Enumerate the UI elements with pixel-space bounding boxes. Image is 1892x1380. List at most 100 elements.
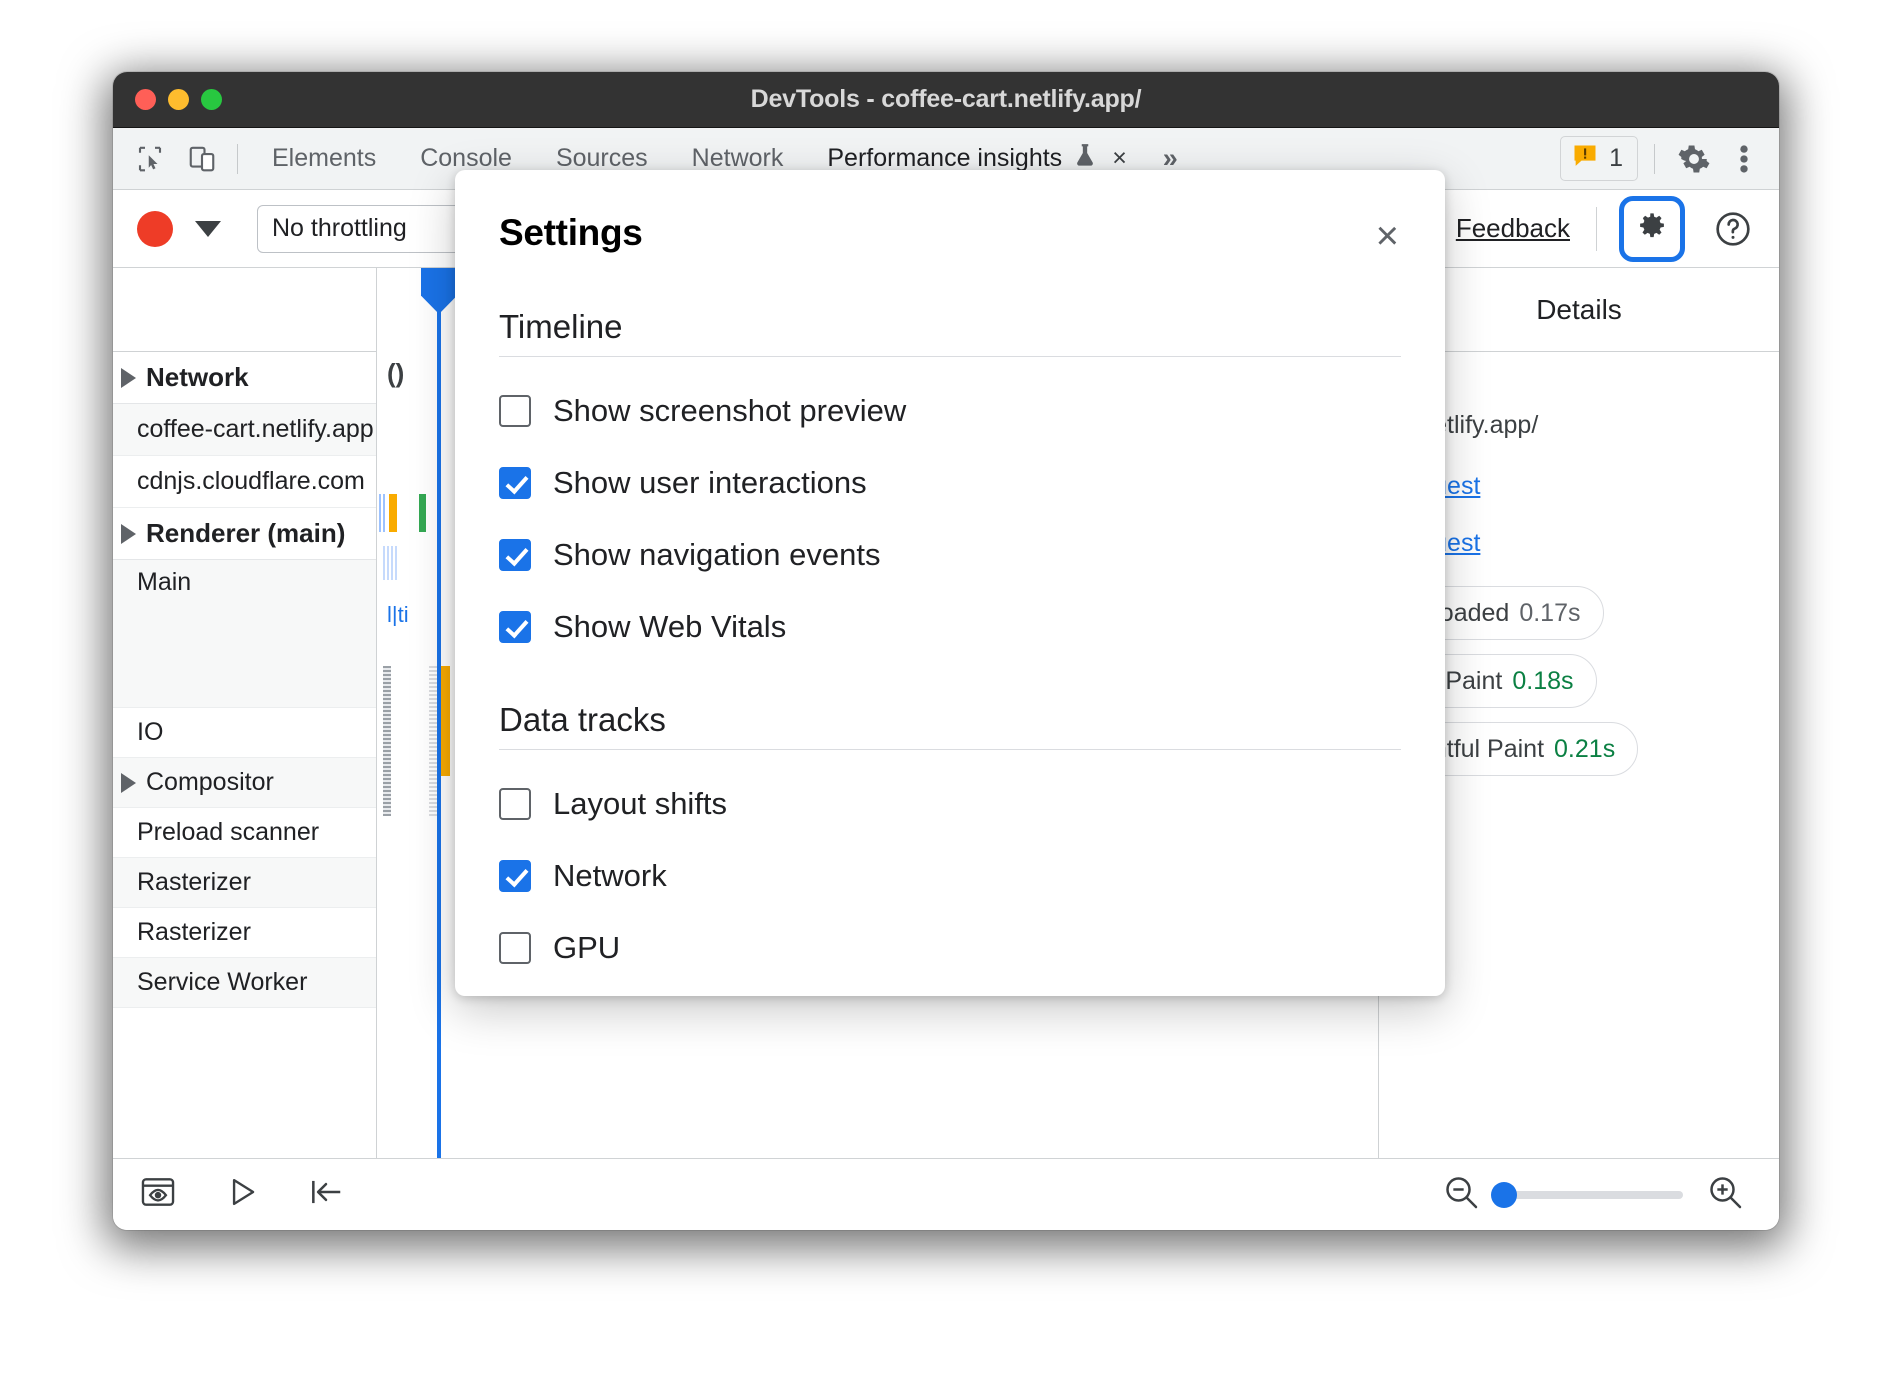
- bottom-toolbar-right: [1441, 1172, 1779, 1217]
- setting-show-web-vitals[interactable]: Show Web Vitals: [499, 609, 1401, 645]
- settings-modal: Settings × Timeline Show screenshot prev…: [455, 170, 1445, 996]
- minimize-window-button[interactable]: [168, 89, 189, 110]
- zoom-in-icon[interactable]: [1705, 1172, 1745, 1217]
- setting-label: Layout shifts: [553, 786, 727, 822]
- tab-label: Console: [420, 144, 512, 173]
- bottom-toolbar-left: [113, 1173, 345, 1216]
- window-titlebar: DevTools - coffee-cart.netlify.app/: [113, 72, 1779, 128]
- zoom-slider[interactable]: [1503, 1191, 1683, 1199]
- sidebar-group-network[interactable]: Network: [113, 352, 376, 404]
- network-request-bar: [419, 494, 426, 532]
- sidebar-item-service-worker[interactable]: Service Worker: [113, 958, 376, 1008]
- traffic-lights: [135, 89, 222, 110]
- zoom-slider-thumb[interactable]: [1491, 1182, 1517, 1208]
- sidebar-timeline-spacer: [113, 268, 376, 352]
- zoom-window-button[interactable]: [201, 89, 222, 110]
- sidebar-item-label: cdnjs.cloudflare.com: [137, 467, 365, 496]
- main-thread-bar: [429, 666, 437, 816]
- main-thread-bar: [383, 666, 391, 816]
- chevron-right-icon: [121, 368, 136, 388]
- checkbox[interactable]: [499, 932, 531, 964]
- main-thread-bar: [441, 666, 450, 776]
- warning-count: 1: [1609, 144, 1623, 173]
- tab-label: Elements: [272, 144, 376, 173]
- play-icon[interactable]: [223, 1173, 261, 1216]
- checkbox[interactable]: [499, 788, 531, 820]
- tab-elements[interactable]: Elements: [250, 144, 398, 173]
- screenshot-root: DevTools - coffee-cart.netlify.app/: [0, 0, 1892, 1380]
- sidebar-item-io[interactable]: IO: [113, 708, 376, 758]
- tabstrip-tool-icons: [113, 136, 225, 182]
- tabstrip-right-divider: [1654, 144, 1655, 174]
- metric-value: 0.21s: [1554, 735, 1615, 764]
- sidebar-item-compositor[interactable]: Compositor: [113, 758, 376, 808]
- tab-network[interactable]: Network: [670, 144, 806, 173]
- inspect-element-icon[interactable]: [127, 136, 173, 182]
- sidebar-group-renderer-main[interactable]: Renderer (main): [113, 508, 376, 560]
- record-button[interactable]: [137, 211, 173, 247]
- warning-icon: [1571, 142, 1599, 175]
- throttling-select[interactable]: No throttling: [257, 205, 467, 253]
- setting-gpu[interactable]: GPU: [499, 930, 1401, 966]
- zoom-out-icon[interactable]: [1441, 1172, 1481, 1217]
- sidebar-item-label: Main: [137, 568, 191, 597]
- tab-console[interactable]: Console: [398, 144, 534, 173]
- zoom-slider-track[interactable]: [1503, 1191, 1683, 1199]
- settings-section-data-tracks: Data tracks Layout shifts Network GPU Re…: [455, 701, 1445, 996]
- setting-show-user-interactions[interactable]: Show user interactions: [499, 465, 1401, 501]
- close-window-button[interactable]: [135, 89, 156, 110]
- setting-show-navigation-events[interactable]: Show navigation events: [499, 537, 1401, 573]
- settings-modal-header: Settings ×: [455, 170, 1445, 260]
- device-toolbar-icon[interactable]: [179, 136, 225, 182]
- bottom-toolbar: [113, 1158, 1779, 1230]
- window-title: DevTools - coffee-cart.netlify.app/: [113, 85, 1779, 114]
- help-button[interactable]: [1707, 203, 1759, 255]
- setting-show-screenshot-preview[interactable]: Show screenshot preview: [499, 393, 1401, 429]
- checkbox[interactable]: [499, 467, 531, 499]
- setting-layout-shifts[interactable]: Layout shifts: [499, 786, 1401, 822]
- screenshot-preview-icon[interactable]: [139, 1173, 177, 1216]
- sidebar-item-cdnjs[interactable]: cdnjs.cloudflare.com: [113, 456, 376, 508]
- tab-label: Sources: [556, 144, 648, 173]
- sidebar-item-coffee-cart[interactable]: coffee-cart.netlify.app: [113, 404, 376, 456]
- tab-sources[interactable]: Sources: [534, 144, 670, 173]
- tracks-sidebar: Network coffee-cart.netlify.app cdnjs.cl…: [113, 268, 377, 1158]
- sidebar-item-main[interactable]: Main: [113, 560, 376, 708]
- chevron-down-icon[interactable]: [195, 221, 221, 237]
- setting-label: Show screenshot preview: [553, 393, 906, 429]
- close-tab-icon[interactable]: ×: [1112, 144, 1127, 173]
- settings-gear-button[interactable]: [1619, 196, 1685, 262]
- more-options-icon[interactable]: [1721, 136, 1767, 182]
- setting-label: Network: [553, 858, 667, 894]
- setting-label: GPU: [553, 930, 620, 966]
- tab-label: Performance insights: [827, 144, 1062, 173]
- sidebar-item-label: coffee-cart.netlify.app: [137, 415, 374, 444]
- gear-icon: [1634, 211, 1670, 247]
- metric-value: 0.18s: [1512, 667, 1573, 696]
- setting-label: Show Web Vitals: [553, 609, 786, 645]
- section-title: Data tracks: [499, 701, 1401, 750]
- settings-gear-icon[interactable]: [1671, 136, 1717, 182]
- playhead-handle[interactable]: [421, 268, 457, 314]
- sidebar-item-preload-scanner[interactable]: Preload scanner: [113, 808, 376, 858]
- performance-toolbar-right: Feedback: [1456, 190, 1759, 267]
- close-icon[interactable]: ×: [1368, 212, 1407, 260]
- sidebar-item-rasterizer-1[interactable]: Rasterizer: [113, 858, 376, 908]
- checkbox[interactable]: [499, 860, 531, 892]
- metric-value: 0.17s: [1519, 599, 1580, 628]
- sidebar-item-label: IO: [137, 718, 163, 747]
- sidebar-item-label: Compositor: [146, 768, 274, 797]
- sidebar-item-rasterizer-2[interactable]: Rasterizer: [113, 908, 376, 958]
- checkbox[interactable]: [499, 395, 531, 427]
- tab-label: Network: [692, 144, 784, 173]
- checkbox[interactable]: [499, 539, 531, 571]
- network-request-bar: [383, 546, 397, 580]
- setting-network[interactable]: Network: [499, 858, 1401, 894]
- checkbox[interactable]: [499, 611, 531, 643]
- chevron-right-icon: [121, 524, 136, 544]
- warning-badge[interactable]: 1: [1560, 136, 1638, 181]
- feedback-link[interactable]: Feedback: [1456, 213, 1570, 244]
- sidebar-group-label: Renderer (main): [146, 518, 345, 549]
- jump-to-start-icon[interactable]: [307, 1173, 345, 1216]
- settings-section-timeline: Timeline Show screenshot preview Show us…: [455, 308, 1445, 645]
